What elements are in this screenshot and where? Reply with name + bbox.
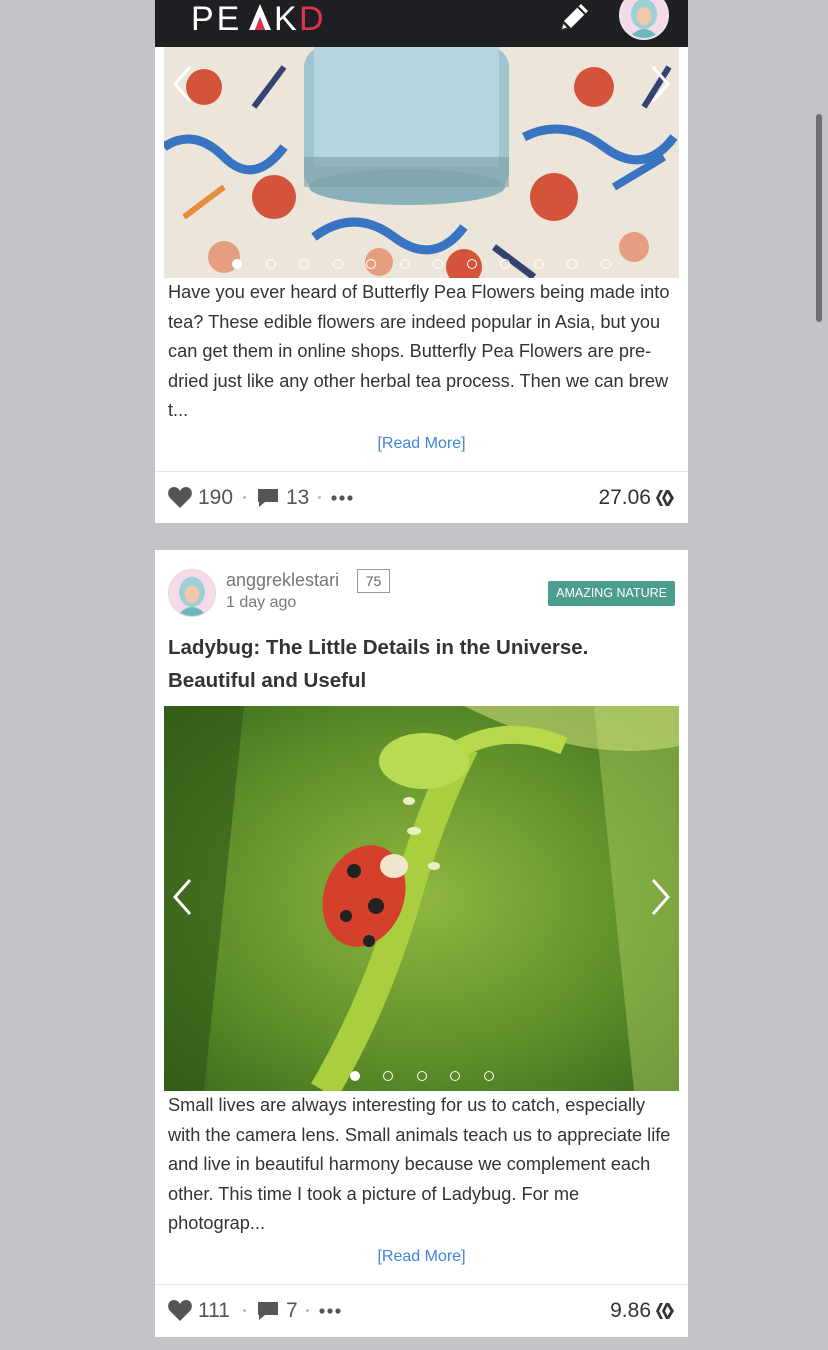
- comments-button[interactable]: 7: [256, 1285, 298, 1337]
- vote-count: 111: [198, 1299, 230, 1322]
- author-avatar[interactable]: [168, 569, 216, 617]
- separator-dot: [318, 496, 321, 499]
- pencil-icon: [561, 4, 588, 30]
- carousel-dot[interactable]: [366, 259, 377, 269]
- heart-icon: [168, 1300, 192, 1321]
- ellipsis-icon: [331, 495, 353, 501]
- post-title[interactable]: Ladybug: The Little Details in the Unive…: [168, 631, 668, 697]
- payout-value[interactable]: 9.86: [610, 1285, 675, 1337]
- carousel-dot[interactable]: [332, 259, 343, 269]
- carousel-dot[interactable]: [399, 259, 410, 269]
- carousel-dot[interactable]: [299, 259, 310, 269]
- carousel-dot[interactable]: [483, 1071, 494, 1081]
- comments-button[interactable]: 13: [256, 472, 309, 524]
- post-footer: 111 7 9.86: [155, 1284, 688, 1337]
- top-navbar: PE K D: [155, 0, 688, 47]
- community-tag[interactable]: AMAZING NATURE: [548, 581, 675, 606]
- more-options-button[interactable]: [319, 1285, 341, 1337]
- carousel-next-arrow[interactable]: [645, 874, 675, 920]
- carousel-dot[interactable]: [450, 1071, 460, 1081]
- author-name[interactable]: anggreklestari: [226, 570, 339, 591]
- carousel-dot[interactable]: [232, 259, 243, 269]
- post-excerpt: Small lives are always interesting for u…: [168, 1095, 671, 1234]
- carousel-dot[interactable]: [466, 259, 477, 269]
- read-more-link[interactable]: [Read More]: [155, 435, 688, 453]
- carousel-dot[interactable]: [265, 259, 276, 269]
- post-excerpt: Have you ever heard of Butterfly Pea Flo…: [168, 282, 670, 421]
- comment-count: 7: [286, 1299, 298, 1322]
- separator-dot: [243, 496, 246, 499]
- carousel-prev-arrow[interactable]: [168, 874, 198, 920]
- write-post-button[interactable]: [555, 0, 593, 34]
- carousel-next-arrow[interactable]: [645, 61, 675, 107]
- upvote-button[interactable]: 190: [167, 472, 233, 524]
- feed-column: PE K D Have you ever heard of Butterfly …: [155, 0, 688, 1350]
- carousel-dot[interactable]: [416, 1071, 427, 1081]
- carousel-dot[interactable]: [600, 259, 611, 269]
- carousel-dot[interactable]: [567, 259, 578, 269]
- post-image-carousel[interactable]: [164, 706, 679, 1091]
- hive-icon: [656, 490, 674, 506]
- post-image: [164, 47, 679, 278]
- carousel-dot[interactable]: [433, 259, 444, 269]
- post-time[interactable]: 1 day ago: [226, 594, 296, 612]
- carousel-dot[interactable]: [533, 259, 544, 269]
- vote-count: 190: [198, 486, 234, 509]
- carousel-dot[interactable]: [383, 1071, 393, 1081]
- svg-text:PE: PE: [191, 0, 242, 38]
- ellipsis-icon: [319, 1308, 341, 1314]
- comment-icon: [258, 1302, 278, 1320]
- comment-count: 13: [286, 486, 310, 509]
- carousel-dot[interactable]: [349, 1071, 360, 1081]
- user-avatar-image: [621, 0, 667, 38]
- carousel-dots: [164, 1071, 679, 1085]
- post-image: [164, 706, 679, 1091]
- svg-text:K: K: [274, 0, 300, 38]
- separator-dot: [243, 1309, 246, 1312]
- svg-text:D: D: [299, 0, 324, 38]
- read-more-link[interactable]: [Read More]: [155, 1248, 688, 1266]
- post-card: anggreklestari 75 1 day ago AMAZING NATU…: [155, 550, 688, 1337]
- page-scrollbar[interactable]: [816, 114, 822, 322]
- payout-amount: 9.86: [610, 1299, 651, 1322]
- user-avatar[interactable]: [619, 0, 669, 40]
- heart-icon: [168, 487, 192, 508]
- separator-dot: [306, 1309, 309, 1312]
- post-image-carousel[interactable]: [164, 47, 679, 278]
- comment-icon: [258, 489, 278, 507]
- reputation-badge: 75: [357, 569, 390, 593]
- upvote-button[interactable]: 111: [167, 1285, 230, 1337]
- carousel-dots: [164, 259, 679, 273]
- carousel-dot[interactable]: [500, 259, 511, 269]
- post-card: Have you ever heard of Butterfly Pea Flo…: [155, 0, 688, 523]
- more-options-button[interactable]: [331, 472, 353, 524]
- carousel-prev-arrow[interactable]: [168, 61, 198, 107]
- peakd-logo[interactable]: PE K D: [191, 0, 341, 39]
- post-footer: 190 13 27.06: [155, 471, 688, 524]
- payout-amount: 27.06: [598, 486, 651, 509]
- payout-value[interactable]: 27.06: [598, 472, 675, 524]
- author-avatar-image: [169, 570, 215, 616]
- hive-icon: [656, 1303, 674, 1319]
